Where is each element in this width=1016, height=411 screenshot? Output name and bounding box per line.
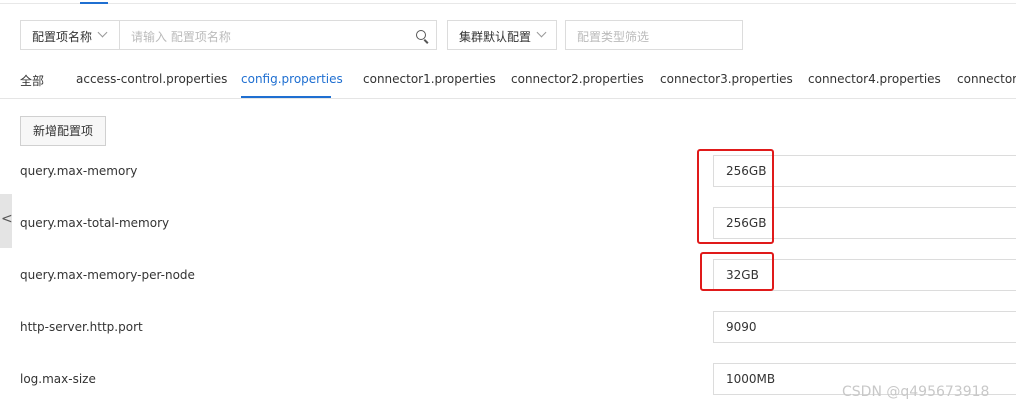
property-value: 1000MB [726,372,776,386]
top-divider [0,3,1016,4]
config-file-tabs: 全部 access-control.properties config.prop… [0,64,1016,99]
name-search-placeholder: 请输入 配置项名称 [131,30,231,44]
tab-connector1[interactable]: connector1.properties [363,72,496,86]
property-key: query.max-memory [20,164,138,178]
cluster-select[interactable]: 集群默认配置 [447,20,557,50]
chevron-down-icon [97,27,108,38]
active-tab-indicator [241,96,331,98]
property-key: query.max-memory-per-node [20,268,195,282]
tab-connector4[interactable]: connector4.properties [808,72,941,86]
property-value: 9090 [726,320,757,334]
name-search-group: 配置项名称 请输入 配置项名称 [20,20,437,50]
property-key: query.max-total-memory [20,216,170,230]
name-field-select-label: 配置项名称 [32,30,93,44]
tab-all[interactable]: 全部 [20,72,44,89]
highlight-box [700,252,774,291]
chevron-down-icon [536,27,547,38]
type-filter-placeholder: 配置类型筛选 [577,30,650,44]
highlight-box [697,149,774,244]
property-key: http-server.http.port [20,320,143,334]
name-search-input[interactable]: 请输入 配置项名称 [120,21,420,49]
watermark: CSDN @q495673918 [842,384,990,400]
tab-connector5[interactable]: connector5 [957,72,1016,86]
cluster-select-label: 集群默认配置 [459,30,532,44]
tab-config-properties[interactable]: config.properties [241,72,343,86]
property-value-input[interactable]: 9090 [713,311,1016,343]
collapse-sidebar-handle[interactable]: < [0,194,13,248]
chevron-left-icon: < [1,211,13,227]
add-config-item-button[interactable]: 新增配置项 [20,116,106,146]
tab-access-control[interactable]: access-control.properties [76,72,227,86]
type-filter-input[interactable]: 配置类型筛选 [565,20,743,50]
name-field-select[interactable]: 配置项名称 [21,21,119,49]
property-key: log.max-size [20,372,96,386]
tab-connector2[interactable]: connector2.properties [511,72,644,86]
search-icon[interactable] [416,30,426,40]
top-tab-indicator [80,2,108,4]
tab-connector3[interactable]: connector3.properties [660,72,793,86]
